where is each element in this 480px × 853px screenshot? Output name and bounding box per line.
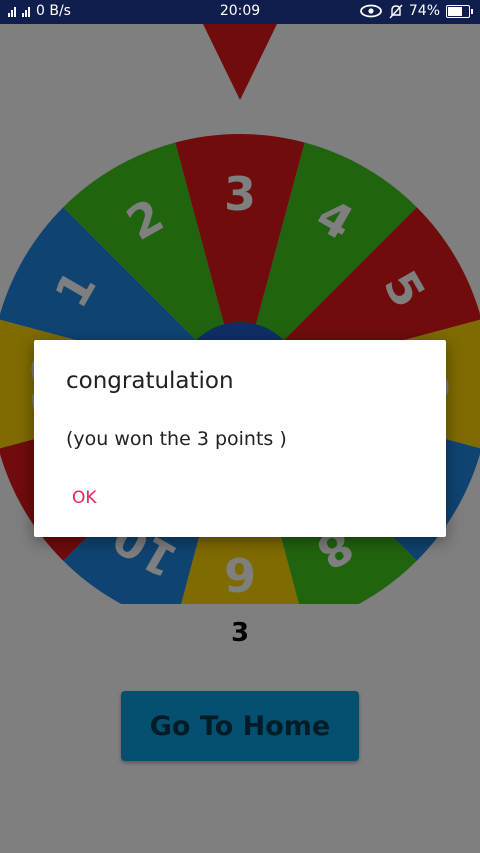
- dialog-ok-button[interactable]: OK: [62, 480, 107, 516]
- battery-fill: [448, 6, 463, 16]
- status-bar: 0 B/s 20:09 74%: [0, 0, 480, 24]
- congratulation-dialog: congratulation (you won the 3 points ) O…: [34, 340, 446, 537]
- eye-icon: [359, 4, 382, 18]
- dialog-message: (you won the 3 points ): [66, 428, 287, 450]
- bell-off-icon: [389, 4, 403, 18]
- battery-percent: 74%: [408, 3, 440, 19]
- dialog-title: congratulation: [66, 368, 234, 394]
- battery-icon: [446, 4, 473, 18]
- status-right: 74%: [359, 3, 473, 19]
